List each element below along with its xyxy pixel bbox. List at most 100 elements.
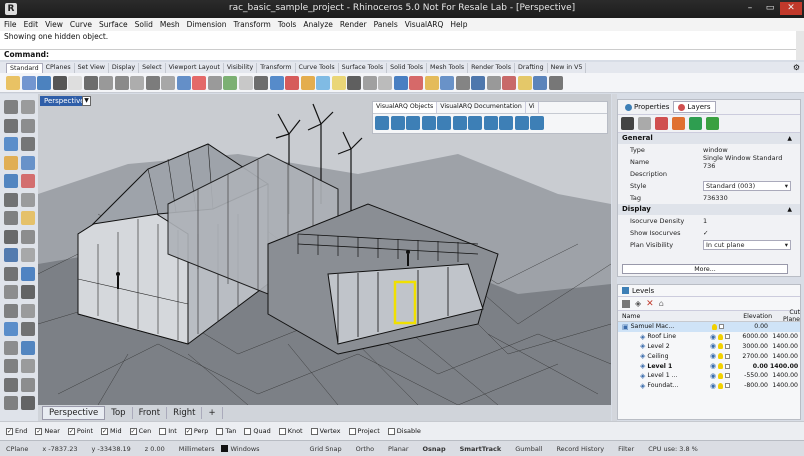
visualarq-tab-0[interactable]: VisualARQ Objects: [373, 102, 438, 113]
tool-icon[interactable]: [21, 229, 35, 244]
menu-solid[interactable]: Solid: [135, 20, 153, 29]
toolbar-tab-visibility[interactable]: Visibility: [224, 63, 258, 73]
toolbar-tool-icon[interactable]: [378, 75, 392, 90]
visualarq-tool-icon[interactable]: [483, 116, 498, 130]
building-icon[interactable]: ▣: [622, 323, 629, 331]
toolbar-tab-set-view[interactable]: Set View: [75, 63, 109, 73]
toolbar-tool-icon[interactable]: [548, 75, 563, 90]
toolbar-tool-icon[interactable]: [300, 75, 315, 90]
delete-icon[interactable]: ✕: [646, 299, 654, 309]
osnap-mid[interactable]: ✓ Mid: [101, 427, 122, 435]
osnap-checkbox[interactable]: ✓: [67, 427, 75, 435]
status-toggle-smarttrack[interactable]: SmartTrack: [460, 445, 502, 453]
toolbar-tool-icon[interactable]: [393, 75, 408, 90]
visualarq-tool-icon[interactable]: [468, 116, 482, 130]
tool-icon[interactable]: [4, 359, 18, 373]
light-bulb-icon[interactable]: [718, 372, 724, 379]
tool-icon[interactable]: [4, 174, 18, 188]
osnap-checkbox[interactable]: ✓: [184, 427, 192, 435]
tool-icon[interactable]: [4, 118, 18, 133]
light-bulb-icon[interactable]: [718, 363, 724, 370]
tool-icon[interactable]: [21, 174, 35, 188]
tool-icon[interactable]: [21, 396, 35, 410]
level-row[interactable]: ◈ Foundat... ◉ -800.00 1400.00: [618, 381, 800, 391]
toolbar-tool-icon[interactable]: [145, 75, 160, 90]
level-row[interactable]: ▣ Samuel Mac... 0.00: [618, 322, 800, 332]
tool-icon[interactable]: [21, 285, 35, 299]
tool-icon[interactable]: [4, 100, 18, 114]
toolbar-tool-icon[interactable]: [424, 75, 439, 90]
menu-curve[interactable]: Curve: [70, 20, 92, 29]
toolbar-tab-curve-tools[interactable]: Curve Tools: [296, 63, 339, 73]
light-bulb-icon[interactable]: [718, 382, 724, 389]
toolbar-tab-display[interactable]: Display: [109, 63, 140, 73]
osnap-checkbox[interactable]: ✓: [101, 427, 109, 435]
status-toggle-gumball[interactable]: Gumball: [515, 445, 542, 453]
viewport-tab-right[interactable]: Right: [167, 407, 203, 419]
status-toggle-osnap[interactable]: Osnap: [423, 445, 446, 453]
property-value[interactable]: In cut plane ▾: [703, 240, 791, 250]
toolbar-tool-icon[interactable]: [6, 75, 20, 90]
toolbar-tool-icon[interactable]: [161, 75, 175, 90]
osnap-perp[interactable]: ✓ Perp: [184, 427, 208, 435]
status-toggle-record-history[interactable]: Record History: [556, 445, 604, 453]
menu-help[interactable]: Help: [450, 20, 467, 29]
toolbar-tool-icon[interactable]: [254, 75, 268, 90]
osnap-point[interactable]: ✓ Point: [67, 427, 93, 435]
lock-icon[interactable]: [719, 324, 724, 330]
tool-icon[interactable]: [21, 118, 35, 133]
light-bulb-icon[interactable]: [712, 323, 717, 330]
status-toggle-filter[interactable]: Filter: [618, 445, 634, 453]
toolbar-tab-solid-tools[interactable]: Solid Tools: [387, 63, 428, 73]
cplane-label[interactable]: CPlane: [6, 445, 28, 453]
toolbar-tool-icon[interactable]: [502, 75, 516, 90]
tool-icon[interactable]: [21, 322, 35, 336]
toolbar-tab-render-tools[interactable]: Render Tools: [468, 63, 516, 73]
toolbar-tool-icon[interactable]: [238, 75, 253, 90]
toolbar-tab-new-in-v5[interactable]: New in V5: [548, 63, 587, 73]
visualarq-tool-icon[interactable]: [514, 116, 529, 130]
osnap-checkbox[interactable]: ✓: [6, 427, 13, 435]
visualarq-tool-icon[interactable]: [499, 116, 513, 130]
eye-icon[interactable]: ◈: [640, 333, 645, 341]
menu-tools[interactable]: Tools: [278, 20, 296, 29]
units[interactable]: Millimeters: [179, 445, 215, 453]
toolbar-tool-icon[interactable]: [52, 75, 67, 90]
level-row[interactable]: ◈ Level 1 ◉ 0.00 1400.00: [618, 361, 800, 371]
osnap-checkbox[interactable]: [348, 427, 356, 435]
tool-icon[interactable]: [21, 266, 35, 281]
level-row[interactable]: ◈ Level 1 ... ◉ -550.00 1400.00: [618, 371, 800, 381]
menu-file[interactable]: File: [4, 20, 17, 29]
toolbar-tool-icon[interactable]: [68, 75, 82, 90]
visible-icon[interactable]: ◉: [710, 333, 716, 341]
lock-icon[interactable]: [725, 373, 731, 379]
tool-icon[interactable]: [4, 266, 18, 281]
status-toggle-ortho[interactable]: Ortho: [356, 445, 374, 453]
toolbar-tab-drafting[interactable]: Drafting: [515, 63, 548, 73]
status-toggle-grid-snap[interactable]: Grid Snap: [310, 445, 342, 453]
panel-tab-layers[interactable]: Layers: [673, 101, 716, 113]
menu-dimension[interactable]: Dimension: [187, 20, 227, 29]
general-section-header[interactable]: General ▲: [618, 133, 800, 144]
toolbar-tool-icon[interactable]: [331, 75, 346, 90]
more-button[interactable]: More...: [622, 264, 788, 274]
toolbar-tool-icon[interactable]: [533, 75, 547, 90]
collapse-icon[interactable]: ▲: [787, 133, 792, 144]
toolbar-tab-viewport-layout[interactable]: Viewport Layout: [166, 63, 224, 73]
command-scrollbar[interactable]: [796, 31, 804, 60]
tool-icon[interactable]: [21, 100, 35, 114]
lock-icon[interactable]: [725, 383, 731, 389]
osnap-disable[interactable]: Disable: [387, 427, 421, 435]
toolbar-tool-icon[interactable]: [409, 75, 423, 90]
toolbar-tab-cplanes[interactable]: CPlanes: [43, 63, 75, 73]
osnap-near[interactable]: ✓ Near: [35, 427, 60, 435]
light-bulb-icon[interactable]: [718, 353, 724, 360]
osnap-knot[interactable]: Knot: [278, 427, 303, 435]
eye-icon[interactable]: ◈: [640, 362, 645, 370]
osnap-checkbox[interactable]: [278, 427, 286, 435]
toolbar-tool-icon[interactable]: [316, 75, 330, 90]
visualarq-tool-icon[interactable]: [437, 116, 451, 130]
display-section-header[interactable]: Display ▲: [618, 204, 800, 215]
toolbar-tool-icon[interactable]: [347, 75, 361, 90]
tool-icon[interactable]: [4, 396, 18, 410]
